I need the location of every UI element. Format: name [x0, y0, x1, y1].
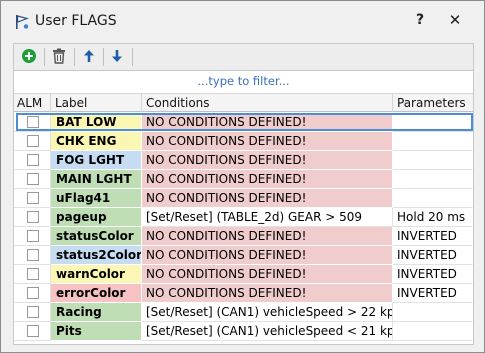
parameters-cell[interactable]: Hold 20 ms: [393, 208, 473, 227]
table-row[interactable]: BAT LOW NO CONDITIONS DEFINED!: [14, 113, 473, 132]
alm-cell: [14, 113, 51, 132]
header-label[interactable]: Label: [51, 94, 142, 112]
table-row[interactable]: MAIN LGHT NO CONDITIONS DEFINED!: [14, 170, 473, 189]
label-cell[interactable]: CHK ENG: [51, 132, 142, 151]
move-down-button[interactable]: [105, 46, 129, 68]
parameters-cell[interactable]: [393, 113, 473, 132]
close-button[interactable]: ✕: [447, 11, 463, 29]
delete-button[interactable]: [47, 46, 71, 68]
parameters-cell[interactable]: INVERTED: [393, 246, 473, 265]
parameters-cell[interactable]: [393, 189, 473, 208]
move-up-button[interactable]: [77, 46, 101, 68]
label-cell[interactable]: errorColor: [51, 284, 142, 303]
title-bar[interactable]: User FLAGS ? ✕: [1, 1, 484, 41]
parameters-cell[interactable]: INVERTED: [393, 227, 473, 246]
arrow-up-icon: [83, 49, 95, 66]
conditions-cell[interactable]: [Set/Reset] (TABLE_2d) GEAR > 509: [142, 208, 393, 227]
conditions-cell[interactable]: NO CONDITIONS DEFINED!: [142, 265, 393, 284]
conditions-cell[interactable]: NO CONDITIONS DEFINED!: [142, 246, 393, 265]
toolbar-separator: [103, 48, 104, 66]
conditions-cell[interactable]: NO CONDITIONS DEFINED!: [142, 284, 393, 303]
parameters-cell[interactable]: [393, 170, 473, 189]
toolbar-separator: [132, 48, 133, 66]
flag-icon: [14, 14, 30, 30]
table-row[interactable]: Racing [Set/Reset] (CAN1) vehicleSpeed > …: [14, 303, 473, 322]
label-cell[interactable]: pageup: [51, 208, 142, 227]
alm-checkbox[interactable]: [27, 325, 39, 337]
parameters-cell[interactable]: [393, 132, 473, 151]
alm-checkbox[interactable]: [27, 211, 39, 223]
label-cell[interactable]: statusColor: [51, 227, 142, 246]
alm-cell: [14, 132, 51, 151]
parameters-cell[interactable]: INVERTED: [393, 284, 473, 303]
alm-checkbox[interactable]: [27, 287, 39, 299]
label-cell[interactable]: FOG LGHT: [51, 151, 142, 170]
conditions-cell[interactable]: NO CONDITIONS DEFINED!: [142, 227, 393, 246]
alm-cell: [14, 189, 51, 208]
label-cell[interactable]: MAIN LGHT: [51, 170, 142, 189]
conditions-cell[interactable]: [Set/Reset] (CAN1) vehicleSpeed > 22 kph: [142, 303, 393, 322]
table-row[interactable]: status2Color NO CONDITIONS DEFINED! INVERT…: [14, 246, 473, 265]
alm-cell: [14, 227, 51, 246]
toolbar-separator: [74, 48, 75, 66]
alm-cell: [14, 265, 51, 284]
label-cell[interactable]: warnColor: [51, 265, 142, 284]
alm-checkbox[interactable]: [27, 249, 39, 261]
window-title: User FLAGS: [35, 13, 117, 29]
header-conditions[interactable]: Conditions: [142, 94, 393, 112]
header-parameters[interactable]: Parameters: [393, 94, 473, 112]
alm-checkbox[interactable]: [27, 154, 39, 166]
parameters-cell[interactable]: [393, 151, 473, 170]
table-row[interactable]: Pits [Set/Reset] (CAN1) vehicleSpeed < 21…: [14, 322, 473, 341]
arrow-down-icon: [111, 49, 123, 66]
header-alm[interactable]: ALM: [14, 94, 51, 112]
grid-header: ALM Label Conditions Parameters: [14, 93, 473, 112]
table-row[interactable]: errorColor NO CONDITIONS DEFINED! INVERTED: [14, 284, 473, 303]
alm-checkbox[interactable]: [27, 230, 39, 242]
table-row[interactable]: warnColor NO CONDITIONS DEFINED! INVERTED: [14, 265, 473, 284]
toolbar-separator: [44, 48, 45, 66]
label-cell[interactable]: BAT LOW: [51, 113, 142, 132]
trash-icon: [52, 48, 66, 67]
alm-checkbox[interactable]: [27, 306, 39, 318]
conditions-cell[interactable]: [Set/Reset] (CAN1) vehicleSpeed < 21 kph: [142, 322, 393, 341]
label-cell[interactable]: status2Color: [51, 246, 142, 265]
table-row[interactable]: uFlag41 NO CONDITIONS DEFINED!: [14, 189, 473, 208]
add-button[interactable]: [17, 46, 41, 68]
parameters-cell[interactable]: INVERTED: [393, 265, 473, 284]
label-cell[interactable]: uFlag41: [51, 189, 142, 208]
parameters-cell[interactable]: [393, 322, 473, 341]
parameters-cell[interactable]: [393, 303, 473, 322]
table-row[interactable]: pageup [Set/Reset] (TABLE_2d) GEAR > 509 H…: [14, 208, 473, 227]
flags-grid: ...type to filter... ALM Label Condition…: [13, 71, 474, 345]
toolbar: [13, 43, 474, 71]
label-cell[interactable]: Pits: [51, 322, 142, 341]
alm-cell: [14, 208, 51, 227]
alm-checkbox[interactable]: [27, 192, 39, 204]
table-row[interactable]: statusColor NO CONDITIONS DEFINED! INVERTE…: [14, 227, 473, 246]
user-flags-window: User FLAGS ? ✕ ...type to filter... ALM …: [0, 0, 485, 353]
conditions-cell[interactable]: NO CONDITIONS DEFINED!: [142, 151, 393, 170]
conditions-cell[interactable]: NO CONDITIONS DEFINED!: [142, 189, 393, 208]
conditions-cell[interactable]: NO CONDITIONS DEFINED!: [142, 113, 393, 132]
filter-input[interactable]: ...type to filter...: [14, 71, 473, 92]
alm-cell: [14, 303, 51, 322]
alm-cell: [14, 246, 51, 265]
alm-cell: [14, 151, 51, 170]
alm-cell: [14, 170, 51, 189]
alm-checkbox[interactable]: [27, 173, 39, 185]
alm-cell: [14, 284, 51, 303]
alm-checkbox[interactable]: [27, 135, 39, 147]
table-row[interactable]: FOG LGHT NO CONDITIONS DEFINED!: [14, 151, 473, 170]
table-row[interactable]: CHK ENG NO CONDITIONS DEFINED!: [14, 132, 473, 151]
alm-checkbox[interactable]: [27, 116, 39, 128]
plus-circle-icon: [21, 48, 37, 67]
alm-cell: [14, 322, 51, 341]
conditions-cell[interactable]: NO CONDITIONS DEFINED!: [142, 170, 393, 189]
help-button[interactable]: ?: [413, 12, 427, 28]
conditions-cell[interactable]: NO CONDITIONS DEFINED!: [142, 132, 393, 151]
label-cell[interactable]: Racing: [51, 303, 142, 322]
alm-checkbox[interactable]: [27, 268, 39, 280]
